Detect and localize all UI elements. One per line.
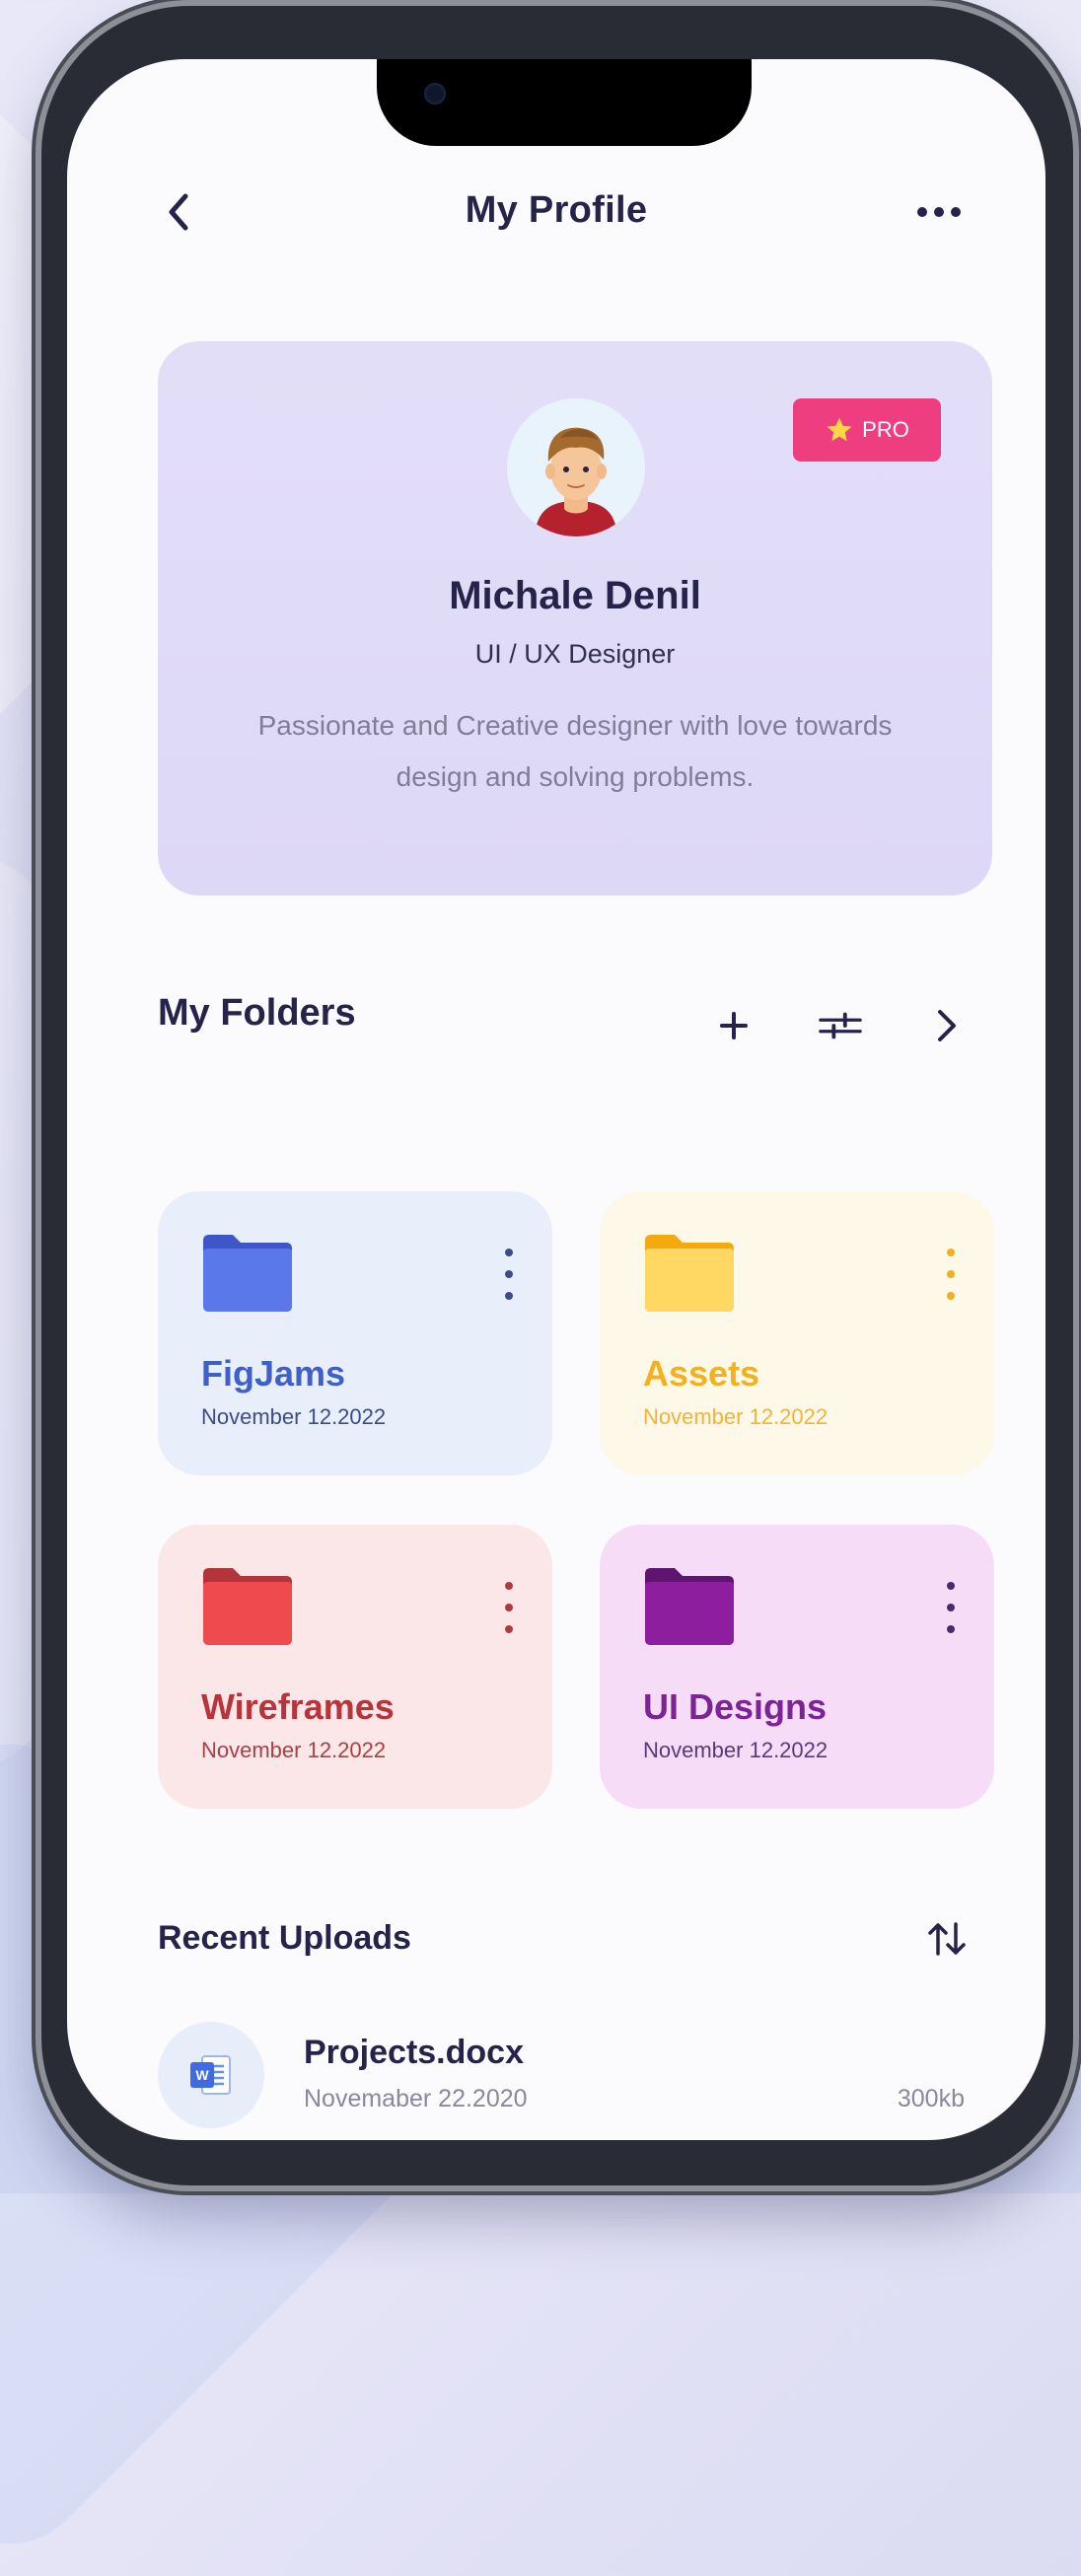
file-name: Projects.docx — [304, 2034, 524, 2071]
pro-badge-label: PRO — [862, 417, 909, 442]
folder-date: November 12.2022 — [201, 1404, 387, 1429]
plus-icon — [720, 1012, 748, 1039]
sort-button[interactable] — [925, 1917, 969, 1961]
folder-icon — [203, 1235, 292, 1312]
folder-card-ui-designs[interactable]: UI Designs November 12.2022 — [600, 1525, 994, 1809]
folder-menu-button[interactable] — [941, 1582, 961, 1633]
folder-card-figjams[interactable]: FigJams November 12.2022 — [158, 1191, 552, 1475]
profile-card: PRO Michale Denil UI / UX Designer Passi… — [158, 341, 992, 895]
file-size: 300kb — [897, 2085, 965, 2112]
more-horizontal-icon — [917, 207, 961, 217]
avatar[interactable] — [507, 398, 645, 537]
filter-sliders-icon — [819, 1012, 862, 1039]
folder-date: November 12.2022 — [643, 1404, 829, 1429]
folder-menu-button[interactable] — [499, 1582, 519, 1633]
add-folder-button[interactable] — [712, 1004, 756, 1047]
folder-card-wireframes[interactable]: Wireframes November 12.2022 — [158, 1525, 552, 1809]
folder-icon — [645, 1235, 734, 1312]
folder-name: FigJams — [201, 1353, 346, 1394]
sort-arrows-icon — [928, 1922, 966, 1956]
folder-name: UI Designs — [643, 1686, 828, 1727]
profile-bio: Passionate and Creative designer with lo… — [257, 710, 893, 792]
phone-notch — [377, 59, 752, 146]
word-doc-icon: W — [190, 2055, 231, 2095]
star-icon — [827, 417, 852, 442]
pro-badge: PRO — [793, 398, 941, 462]
folder-name: Assets — [643, 1353, 760, 1394]
file-icon-wrapper: W — [158, 2022, 264, 2128]
folder-actions — [712, 1004, 969, 1047]
more-options-button[interactable] — [909, 197, 969, 227]
folder-date: November 12.2022 — [643, 1738, 829, 1762]
upload-list-item[interactable]: W Projects.docx Novemaber 22.2020 300kb — [158, 2022, 992, 2138]
profile-name: Michale Denil — [449, 574, 701, 617]
file-date: Novemaber 22.2020 — [304, 2085, 528, 2112]
folder-icon — [203, 1568, 292, 1645]
folder-menu-button[interactable] — [499, 1249, 519, 1300]
folder-name: Wireframes — [201, 1686, 395, 1727]
avatar-illustration — [507, 398, 645, 537]
page-title: My Profile — [465, 189, 648, 231]
my-folders-title: My Folders — [158, 992, 356, 1034]
profile-role: UI / UX Designer — [474, 639, 676, 669]
view-all-folders-button[interactable] — [925, 1004, 969, 1047]
chevron-right-icon — [938, 1010, 956, 1041]
app-screen: My Profile PRO Michale Denil UI / UX Des… — [67, 59, 1045, 2140]
folder-icon — [645, 1568, 734, 1645]
folder-menu-button[interactable] — [941, 1249, 961, 1300]
svg-text:W: W — [195, 2067, 209, 2083]
folder-card-assets[interactable]: Assets November 12.2022 — [600, 1191, 994, 1475]
filter-button[interactable] — [819, 1004, 862, 1047]
camera-icon — [424, 83, 446, 105]
recent-uploads-title: Recent Uploads — [158, 1919, 411, 1957]
folder-date: November 12.2022 — [201, 1738, 387, 1762]
